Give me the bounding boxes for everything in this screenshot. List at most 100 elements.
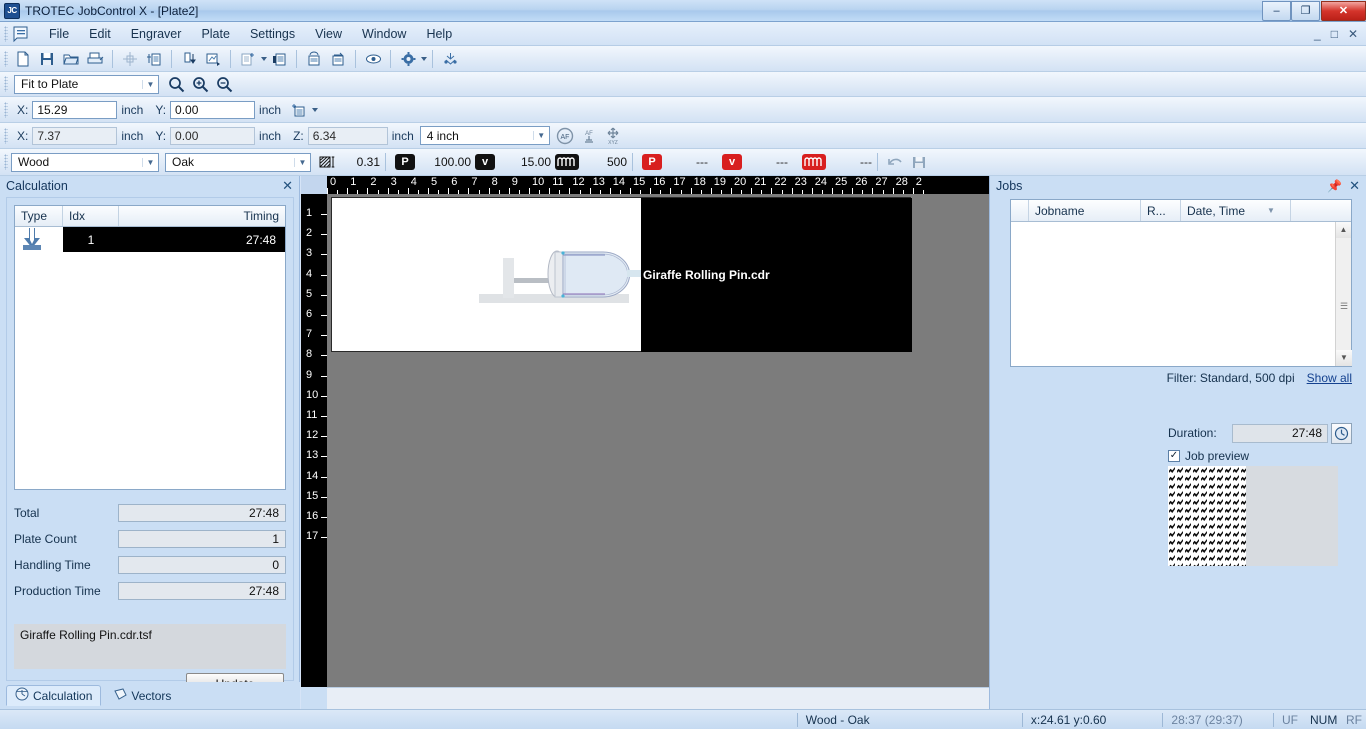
autofocus-icon[interactable]: AF [554,126,576,146]
app-logo-icon: JC [4,2,20,19]
sort-descending-icon[interactable]: ▼ [1267,206,1275,215]
material-type-select[interactable]: Oak ▼ [165,152,311,172]
job-preview-label: Job preview [1185,449,1250,463]
chevron-down-icon[interactable]: ▼ [532,131,549,140]
save-icon[interactable] [36,49,58,69]
column-header-idx[interactable]: Idx [63,206,119,226]
column-header-jobname[interactable]: Jobname [1029,200,1141,221]
close-icon[interactable]: ✕ [282,178,293,194]
move-center-icon[interactable] [119,49,141,69]
tab-vectors[interactable]: Vectors [105,685,179,706]
unlock-plate-icon[interactable] [303,49,325,69]
new-plate-dropdown-icon[interactable] [261,56,267,61]
duplicate-icon[interactable] [143,49,165,69]
tab-calculation[interactable]: Calculation [6,685,102,706]
object-x-input[interactable] [32,100,118,119]
duration-value: 27:48 [1232,423,1328,443]
job-preview-checkbox-row[interactable]: ✓ Job preview [1168,449,1249,463]
toolbar-grip[interactable] [4,154,8,170]
ruler-corner [301,176,327,194]
menu-item-view[interactable]: View [305,24,352,44]
close-button[interactable]: ✕ [1321,0,1366,21]
plate-x-input[interactable] [32,126,118,145]
jobs-table[interactable]: Jobname R... Date, Time ▼ ▲ ☰ ▼ [1010,199,1352,367]
menu-item-engraver[interactable]: Engraver [121,24,192,44]
preview-eye-icon[interactable] [362,49,384,69]
column-header-extra [1291,200,1351,221]
sort-down-icon[interactable] [178,49,200,69]
menu-item-plate[interactable]: Plate [191,24,240,44]
new-document-icon[interactable] [12,49,34,69]
plate-workarea[interactable]: Giraffe Rolling Pin.cdr [331,197,912,352]
scroll-up-icon[interactable]: ▲ [1336,222,1351,238]
toolbar-grip[interactable] [4,101,8,118]
delete-plate-icon[interactable] [268,49,290,69]
menu-bar: File Edit Engraver Plate Settings View W… [0,22,1366,46]
toolbar-grip[interactable] [4,50,8,67]
align-dropdown-icon[interactable] [312,107,319,112]
chevron-down-icon[interactable]: ▼ [142,79,158,89]
plate-count-value: 1 [118,530,286,548]
column-header-type[interactable]: Type [15,206,63,226]
plate-canvas[interactable]: Giraffe Rolling Pin.cdr [327,194,989,687]
plate-export-icon[interactable] [202,49,224,69]
material-group-select[interactable]: Wood ▼ [11,152,159,172]
canvas-horizontal-scrollbar[interactable] [327,687,989,709]
toolbar-grip[interactable] [4,76,8,92]
job-preview-checkbox[interactable]: ✓ [1168,450,1180,462]
plate-z-input[interactable] [307,126,388,145]
chevron-down-icon[interactable]: ▼ [294,157,310,167]
settings-gear-icon[interactable] [397,49,419,69]
table-row[interactable]: 1 27:48 [15,227,285,252]
restore-button[interactable]: ❐ [1291,0,1320,21]
plate-y-input[interactable] [170,126,256,145]
align-object-icon[interactable] [288,100,310,120]
save-material-icon[interactable] [908,152,930,172]
view-mode-select[interactable]: Fit to Plate ▼ [14,74,159,94]
transfer-plate-icon[interactable] [327,49,349,69]
scroll-down-icon[interactable]: ▼ [1336,350,1352,366]
job-label-box[interactable]: Giraffe Rolling Pin.cdr [641,198,912,352]
xyz-move-icon[interactable]: XYZ [602,126,624,146]
zoom-icon[interactable] [165,74,187,94]
mdi-minimize-button[interactable]: _ [1314,27,1321,41]
menu-item-file[interactable]: File [39,24,79,44]
minimize-button[interactable]: – [1262,0,1291,21]
mdi-window-controls: _ □ ✕ [1314,27,1366,41]
menu-item-window[interactable]: Window [352,24,416,44]
zoom-out-icon[interactable] [213,74,235,94]
new-plate-icon[interactable] [237,49,259,69]
open-folder-icon[interactable] [60,49,82,69]
job-preview-thumbnail[interactable] [1168,466,1246,566]
object-y-input[interactable] [170,100,256,119]
toolbar-grip[interactable] [4,127,8,144]
connect-icon[interactable] [439,49,461,69]
zoom-in-icon[interactable] [189,74,211,94]
jobs-scrollbar[interactable]: ▲ ☰ ▼ [1335,222,1352,366]
print-icon[interactable] [84,49,106,69]
show-all-link[interactable]: Show all [1307,371,1352,385]
vertical-ruler[interactable]: 1 2 3 4 5 6 7 8 9 10 11 12 13 14 15 16 17 [301,194,327,687]
menu-item-settings[interactable]: Settings [240,24,305,44]
close-icon[interactable]: ✕ [1349,178,1360,194]
undo-icon[interactable] [884,152,906,172]
menu-item-edit[interactable]: Edit [79,24,121,44]
mdi-close-button[interactable]: ✕ [1348,27,1358,41]
column-header-icon[interactable] [1011,200,1029,221]
settings-dropdown-icon[interactable] [421,56,427,61]
chevron-down-icon[interactable]: ▼ [142,157,158,167]
menu-grip[interactable] [4,25,8,42]
lens-select[interactable]: 4 inch ▼ [419,126,550,145]
column-header-r[interactable]: R... [1141,200,1181,221]
menu-item-help[interactable]: Help [416,24,462,44]
status-rf: RF [1346,712,1363,727]
focus-af-icon[interactable]: AF [578,126,600,146]
scrollbar-thumb[interactable]: ☰ [1336,301,1352,312]
mdi-restore-button[interactable]: □ [1331,27,1338,41]
column-header-timing[interactable]: Timing [119,206,285,226]
column-header-datetime[interactable]: Date, Time ▼ [1181,200,1291,221]
horizontal-ruler[interactable]: 0 1 2 3 4 5 6 7 8 9 10 11 12 13 14 15 16 17 18 19 20 21 22 23 24… [327,176,989,194]
status-num: NUM [1310,712,1338,727]
clock-icon[interactable] [1331,422,1352,444]
pin-icon[interactable]: 📌 [1327,179,1349,193]
